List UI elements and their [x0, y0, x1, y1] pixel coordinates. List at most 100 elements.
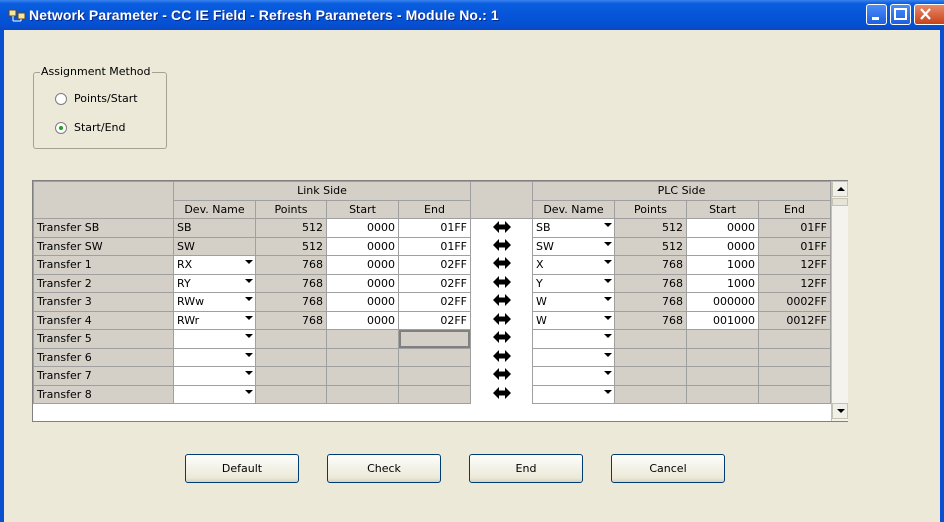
link-dev-name-dropdown[interactable] — [173, 329, 256, 349]
link-points-cell — [255, 347, 327, 367]
plc-points-cell — [614, 347, 687, 367]
link-end-cell — [398, 329, 471, 349]
link-dev-name-dropdown[interactable] — [173, 384, 256, 404]
dropdown-arrow-icon — [245, 371, 253, 375]
window-title: Network Parameter - CC IE Field - Refres… — [29, 7, 499, 23]
link-start-cell[interactable]: 0000 — [326, 292, 399, 312]
plc-end-cell: 0002FF — [758, 292, 831, 312]
plc-dev-name-value: SW — [536, 239, 554, 253]
link-points-cell: 768 — [255, 273, 327, 293]
transfer-arrow-cell — [470, 366, 533, 385]
transfer-arrow-cell — [470, 385, 533, 404]
dropdown-arrow-icon — [245, 260, 253, 264]
link-side-header: Link Side — [173, 181, 471, 201]
dropdown-arrow-icon — [604, 241, 612, 246]
start-end-option[interactable]: Start/End — [55, 121, 125, 134]
dropdown-arrow-icon — [604, 260, 612, 264]
link-end-cell[interactable]: 02FF — [398, 255, 471, 275]
row-label: Transfer 1 — [33, 255, 174, 275]
cancel-button[interactable]: Cancel — [611, 454, 725, 483]
link-dev-name-value: RX — [177, 258, 193, 271]
link-end-cell — [398, 366, 471, 386]
points-start-option[interactable]: Points/Start — [55, 92, 138, 105]
table-row: Transfer SW SW 512 0000 01FF SW 512 0000 01FF — [33, 236, 831, 256]
link-end-cell[interactable]: 01FF — [398, 236, 471, 256]
points-start-radio[interactable] — [55, 92, 67, 105]
plc-start-cell[interactable]: 1000 — [686, 255, 759, 275]
minimize-icon — [872, 17, 879, 20]
link-start-cell[interactable]: 0000 — [326, 236, 399, 256]
table-row: Transfer 6 — [33, 347, 831, 367]
row-label: Transfer 2 — [33, 273, 174, 293]
bidirectional-arrow-icon — [492, 349, 511, 365]
link-points-cell: 768 — [255, 310, 327, 330]
plc-start-cell[interactable]: 0000 — [686, 236, 759, 256]
row-label: Transfer 4 — [33, 310, 174, 330]
window-border-left — [0, 30, 4, 522]
link-end-cell[interactable]: 02FF — [398, 273, 471, 293]
link-end-cell[interactable]: 02FF — [398, 310, 471, 330]
link-start-cell[interactable]: 0000 — [326, 310, 399, 330]
end-button[interactable]: End — [469, 454, 583, 483]
row-label: Transfer SW — [33, 236, 174, 256]
vertical-scrollbar[interactable] — [831, 181, 848, 421]
plc-dev-name-dropdown[interactable]: Y — [532, 273, 615, 293]
link-points-column-header: Points — [255, 199, 327, 219]
plc-dev-name-dropdown[interactable]: W — [532, 310, 615, 330]
title-bar[interactable]: Network Parameter - CC IE Field - Refres… — [0, 0, 944, 30]
plc-start-cell[interactable]: 000000 — [686, 292, 759, 312]
plc-dev-name-dropdown[interactable]: SW — [532, 236, 615, 256]
link-dev-name-dropdown[interactable]: RX — [173, 255, 256, 275]
plc-dev-name-dropdown[interactable] — [532, 329, 615, 349]
assignment-method-group: Assignment Method Points/Start Start/End — [33, 65, 167, 149]
plc-start-cell[interactable]: 0000 — [686, 218, 759, 238]
link-dev-name-dropdown[interactable]: RY — [173, 273, 256, 293]
start-end-radio[interactable] — [55, 121, 67, 134]
close-button[interactable] — [914, 4, 944, 25]
link-end-cell[interactable]: 01FF — [398, 218, 471, 238]
link-end-cell[interactable]: 02FF — [398, 292, 471, 312]
maximize-button[interactable] — [890, 4, 911, 25]
table-row: Transfer 3 RWw 768 0000 02FF W 768 000000 0002FF — [33, 292, 831, 312]
plc-dev-name-dropdown[interactable] — [532, 347, 615, 367]
scroll-down-button[interactable] — [832, 403, 848, 419]
plc-dev-name-dropdown[interactable] — [532, 366, 615, 386]
plc-start-cell[interactable]: 1000 — [686, 273, 759, 293]
plc-dev-name-dropdown[interactable]: W — [532, 292, 615, 312]
link-start-cell[interactable]: 0000 — [326, 255, 399, 275]
corner-header — [33, 181, 174, 219]
row-label: Transfer SB — [33, 218, 174, 238]
refresh-parameter-grid[interactable]: Link Side PLC Side Dev. Name Points Start End… — [32, 180, 848, 422]
plc-points-cell: 768 — [614, 310, 687, 330]
plc-dev-name-dropdown[interactable]: SB — [532, 218, 615, 238]
table-row: Transfer 7 — [33, 366, 831, 386]
link-dev-name-dropdown[interactable] — [173, 347, 256, 367]
link-dev-name-dropdown[interactable]: RWw — [173, 292, 256, 312]
link-start-cell[interactable]: 0000 — [326, 273, 399, 293]
link-end-cell — [398, 347, 471, 367]
scroll-up-button[interactable] — [832, 181, 848, 197]
plc-start-cell — [686, 347, 759, 367]
plc-end-cell — [758, 384, 831, 404]
plc-points-cell: 768 — [614, 273, 687, 293]
assignment-method-legend: Assignment Method — [40, 65, 152, 78]
bidirectional-arrow-icon — [492, 257, 511, 272]
check-button[interactable]: Check — [327, 454, 441, 483]
link-dev-name-dropdown[interactable]: RWr — [173, 310, 256, 330]
scroll-thumb[interactable] — [832, 198, 848, 206]
dropdown-arrow-icon — [245, 297, 253, 301]
plc-dev-name-value: W — [536, 313, 547, 327]
link-end-cell — [398, 384, 471, 404]
plc-dev-name-dropdown[interactable]: X — [532, 255, 615, 275]
bidirectional-arrow-icon — [492, 220, 511, 236]
points-start-label: Points/Start — [74, 92, 138, 105]
minimize-button[interactable] — [866, 4, 887, 25]
plc-dev-name-dropdown[interactable] — [532, 384, 615, 404]
default-button[interactable]: Default — [185, 454, 299, 483]
link-start-cell[interactable]: 0000 — [326, 218, 399, 238]
plc-points-cell: 768 — [614, 255, 687, 275]
dropdown-arrow-icon — [604, 389, 612, 394]
link-points-cell: 512 — [255, 236, 327, 256]
plc-start-cell[interactable]: 001000 — [686, 310, 759, 330]
link-dev-name-dropdown[interactable] — [173, 366, 256, 386]
